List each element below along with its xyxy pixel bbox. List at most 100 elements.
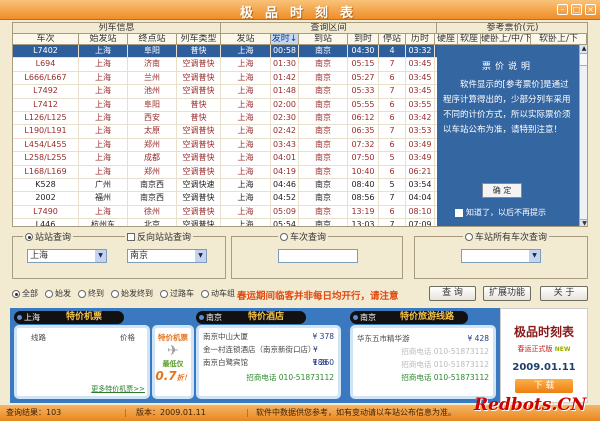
radio-icon[interactable] xyxy=(465,232,473,241)
dot-icon xyxy=(17,315,22,320)
more-flights-link[interactable]: 更多特价机票>> xyxy=(91,384,145,394)
column-header[interactable]: 始发站 xyxy=(79,34,128,45)
to-station-select[interactable]: 南京 ▼ xyxy=(127,249,207,263)
hotel-ad-tab: 南京 特价酒店 xyxy=(196,311,306,324)
cell-type: 空调普快 xyxy=(177,219,221,226)
radio-icon[interactable] xyxy=(12,289,20,298)
filter-radio[interactable]: 过路车 xyxy=(160,288,194,299)
column-header[interactable]: 历时 xyxy=(406,34,435,45)
column-header[interactable]: 硬卧上/中/下 xyxy=(481,34,531,45)
table-row[interactable]: L446 杭州东 北京 空调普快 上海 05:54 南京 13:03 7 07:09 xyxy=(13,219,437,226)
ok-button[interactable]: 确 定 xyxy=(482,183,522,198)
cell-from: 上海 xyxy=(79,111,128,125)
table-row[interactable]: L7412 上海 阜阳 普快 上海 02:00 南京 05:55 6 03:55 xyxy=(13,98,437,112)
column-header[interactable]: 终点站 xyxy=(128,34,177,45)
flight-promo[interactable]: 特价机票 ✈ 最低仅 0.7折！ xyxy=(152,325,194,399)
hotel-item[interactable]: 南京中山大厦 ¥ 378 xyxy=(199,330,338,343)
dont-show-again-checkbox[interactable]: 知道了，以后不再提示 xyxy=(455,207,546,218)
station-all-label: 车站所有车次查询 xyxy=(475,233,548,243)
train-query-group: 车次查询 xyxy=(231,230,403,279)
cell-from: 上海 xyxy=(79,138,128,152)
cell-from: 杭州东 xyxy=(79,219,128,226)
filter-radio[interactable]: 始发终到 xyxy=(111,288,153,299)
scroll-down-icon[interactable]: ▼ xyxy=(580,219,587,226)
hotel-item[interactable]: 金一村连锁酒店（南京新街口店） ¥ 188 xyxy=(199,343,338,367)
table-row[interactable]: L126/L125 上海 西安 普快 上海 02:30 南京 06:12 6 03:42 xyxy=(13,111,437,126)
table-row[interactable]: K528 广州 南京西 空调快速 上海 04:46 南京 08:40 5 03:54 xyxy=(13,178,437,193)
station-all-radio[interactable]: 车站所有车次查询 xyxy=(463,230,550,243)
radio-icon[interactable] xyxy=(111,289,119,298)
filter-radio[interactable]: 始发 xyxy=(45,288,71,299)
column-header[interactable]: 到时 xyxy=(348,34,379,45)
tour-name: 华东五市精华游 xyxy=(357,334,410,343)
cell-duration: 08:10 xyxy=(406,205,435,219)
cell-arr-station: 南京 xyxy=(299,138,348,152)
cell-duration: 03:45 xyxy=(406,71,435,85)
cell-arr: 06:35 xyxy=(348,125,379,138)
filter-radio[interactable]: 终到 xyxy=(78,288,104,299)
vertical-scrollbar[interactable]: ▲ ▼ xyxy=(579,45,587,226)
table-row[interactable]: L168/L169 上海 郑州 空调普快 上海 04:19 南京 10:40 6 06:21 xyxy=(13,165,437,179)
column-header[interactable]: 发时↓ xyxy=(271,34,299,45)
cell-to: 徐州 xyxy=(128,205,177,219)
cell-train: L7412 xyxy=(13,98,79,111)
column-header[interactable]: 软座 xyxy=(458,34,481,45)
radio-icon[interactable] xyxy=(78,289,86,298)
radio-icon[interactable] xyxy=(280,232,288,241)
chevron-down-icon[interactable]: ▼ xyxy=(95,250,106,262)
tour-tel-placeholder: 招商电话 010-51873112 xyxy=(401,360,489,369)
radio-icon[interactable] xyxy=(201,289,209,298)
download-button[interactable]: 下 载 xyxy=(515,379,573,393)
scroll-up-icon[interactable]: ▲ xyxy=(580,45,587,54)
cell-arr: 07:32 xyxy=(348,138,379,152)
table-row[interactable]: L7490 上海 徐州 空调普快 上海 05:09 南京 13:19 6 08:10 xyxy=(13,205,437,220)
column-header[interactable]: 车次 xyxy=(13,34,79,45)
search-button[interactable]: 查 询 xyxy=(429,286,476,301)
checkbox-icon[interactable] xyxy=(127,232,135,241)
column-header[interactable]: 发站 xyxy=(221,34,271,45)
radio-icon[interactable] xyxy=(45,289,53,298)
from-station-select[interactable]: 上海 ▼ xyxy=(27,249,107,263)
table-row[interactable]: L694 上海 济南 空调普快 上海 01:30 南京 05:15 7 03:45 xyxy=(13,58,437,72)
radio-icon[interactable] xyxy=(160,289,168,298)
train-number-input[interactable] xyxy=(278,249,358,263)
table-row[interactable]: 2002 福州 南京西 空调普快 上海 04:52 南京 08:56 7 04:04 xyxy=(13,192,437,206)
checkbox-icon[interactable] xyxy=(455,208,463,217)
tour-item[interactable]: 华东五市精华游 ¥ 428 xyxy=(353,332,493,345)
cell-dep: 02:00 xyxy=(271,98,299,111)
table-row[interactable]: L190/L191 上海 太原 空调普快 上海 02:42 南京 06:35 7 03:53 xyxy=(13,125,437,139)
hotel-item[interactable]: 南京白鹭宾馆 ¥ 260 xyxy=(199,356,338,369)
train-query-radio[interactable]: 车次查询 xyxy=(278,230,329,243)
reverse-query-checkbox[interactable]: 反向站站查询 xyxy=(125,230,194,243)
maximize-icon[interactable]: □ xyxy=(571,4,582,15)
column-header[interactable]: 软卧上/下 xyxy=(531,34,587,45)
cell-stops: 7 xyxy=(379,192,406,205)
table-row[interactable]: L7492 上海 池州 空调普快 上海 01:48 南京 05:33 7 03:45 xyxy=(13,85,437,99)
minimize-icon[interactable]: – xyxy=(557,4,568,15)
column-header[interactable]: 硬座 xyxy=(435,34,458,45)
extend-button[interactable]: 扩展功能 xyxy=(483,286,531,301)
column-header[interactable]: 到站 xyxy=(299,34,348,45)
chevron-down-icon[interactable]: ▼ xyxy=(529,250,540,262)
filter-radio[interactable]: 动车组 xyxy=(201,288,235,299)
radio-icon[interactable] xyxy=(25,232,33,241)
table-row[interactable]: L666/L667 上海 兰州 空调普快 上海 01:42 南京 05:27 6 03:45 xyxy=(13,71,437,86)
chevron-down-icon[interactable]: ▼ xyxy=(195,250,206,262)
cell-from: 上海 xyxy=(79,205,128,219)
filter-radio[interactable]: 全部 xyxy=(12,288,38,299)
timetable-grid: 列车信息 查询区间 参考票价(元) 车次 始发站 终点站 列车类型 发站 发时↓ 到站 到时停… xyxy=(12,22,588,227)
cell-arr: 10:40 xyxy=(348,165,379,178)
cell-arr-station: 南京 xyxy=(299,45,348,58)
tour-ad-title: 特价旅游线路 xyxy=(400,312,455,322)
close-icon[interactable]: × xyxy=(585,4,596,15)
column-header[interactable]: 停站 xyxy=(379,34,406,45)
station-query-radio[interactable]: 站站查询 xyxy=(23,230,74,243)
table-row[interactable]: L7402 上海 阜阳 普快 上海 00:58 南京 04:30 4 03:32 xyxy=(13,45,437,59)
table-row[interactable]: L454/L455 上海 郑州 空调普快 上海 03:43 南京 07:32 6 03:49 xyxy=(13,138,437,153)
station-all-select[interactable]: ▼ xyxy=(461,249,541,263)
about-button[interactable]: 关 于 xyxy=(540,286,588,301)
watermark: Redbots.CN xyxy=(474,395,587,415)
column-header[interactable]: 列车类型 xyxy=(177,34,221,45)
scroll-thumb[interactable] xyxy=(580,54,587,66)
table-row[interactable]: L258/L255 上海 成都 空调普快 上海 04:01 南京 07:50 5 03:49 xyxy=(13,152,437,166)
